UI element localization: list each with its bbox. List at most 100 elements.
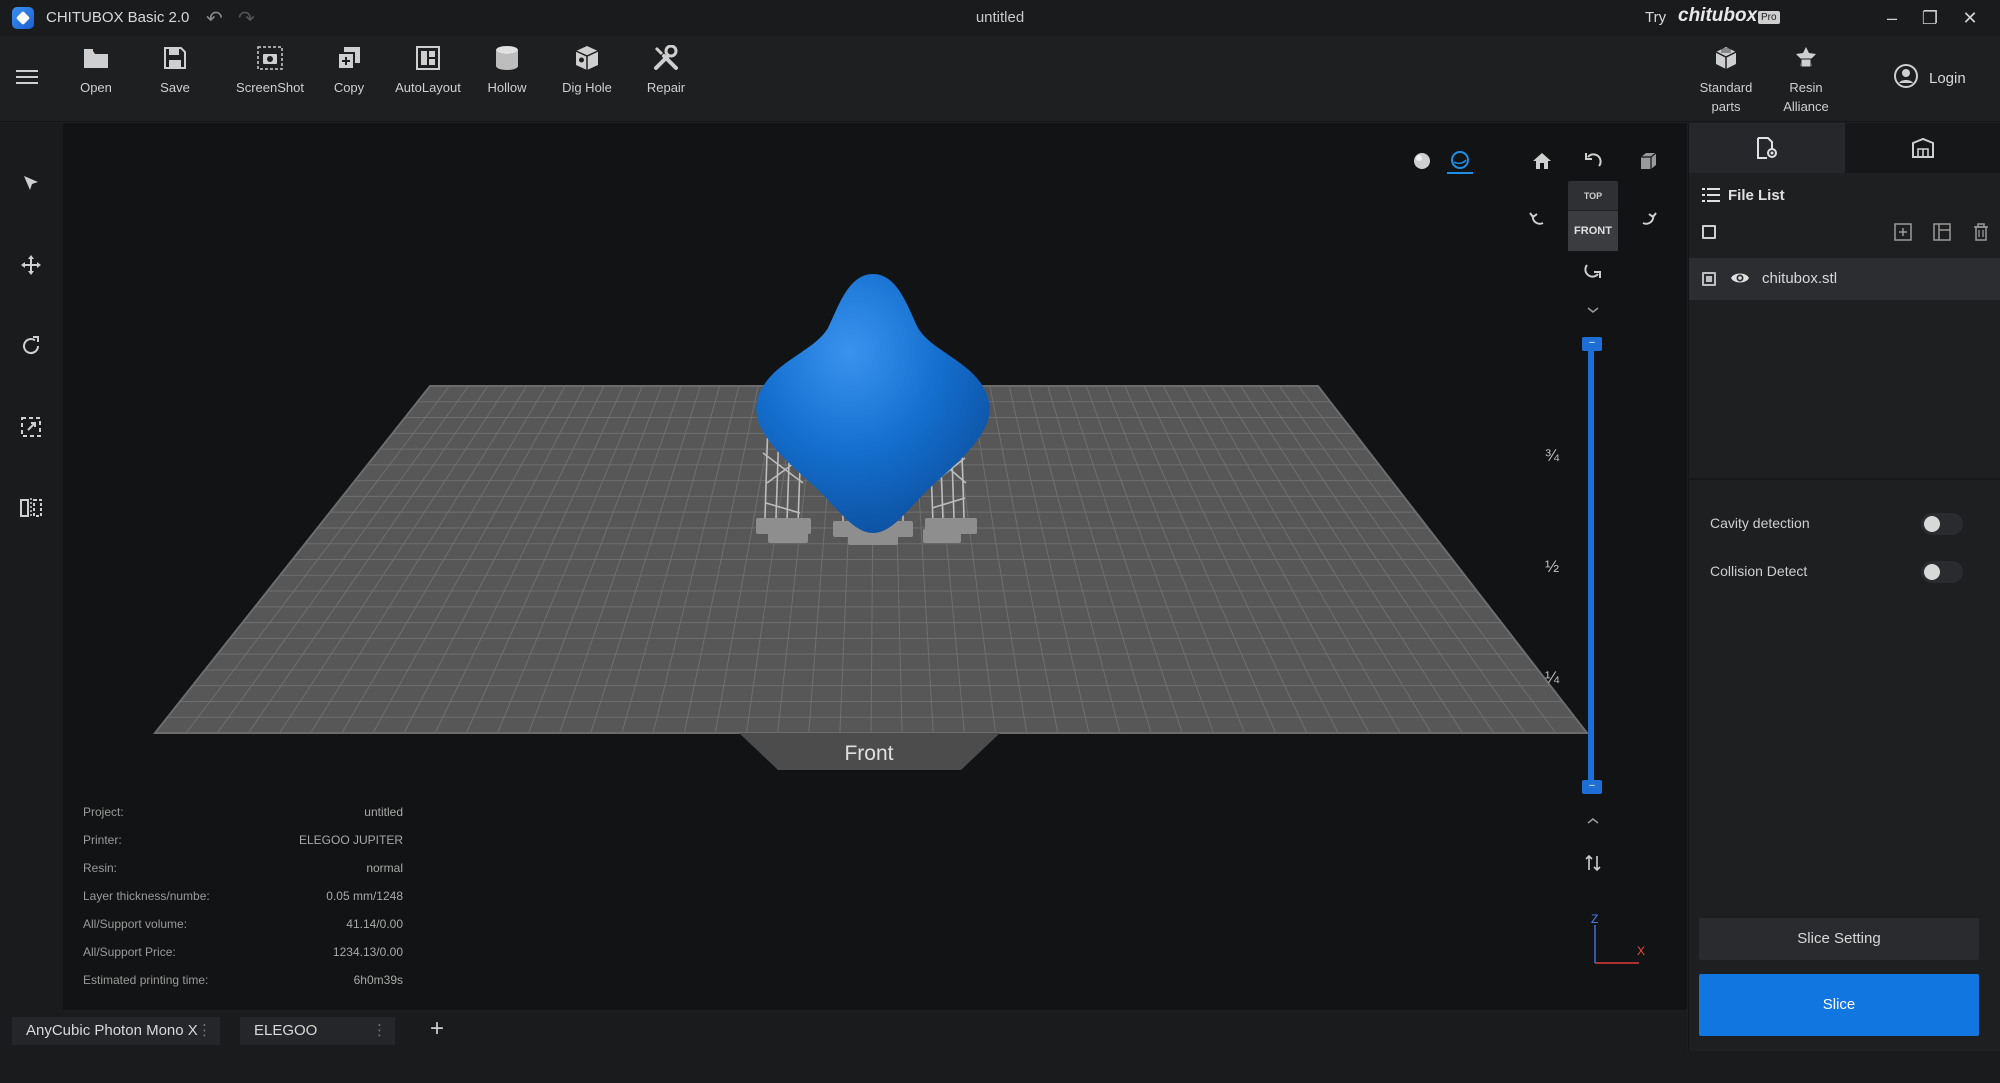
view-cube-top-face[interactable]: TOP — [1568, 181, 1618, 211]
copy-button[interactable]: Copy — [309, 44, 389, 97]
info-key: Layer thickness/numbe: — [83, 889, 210, 903]
file-list-item[interactable]: chitubox.stl — [1689, 258, 2000, 300]
cylinder-icon — [493, 44, 521, 72]
home-view-button[interactable] — [1529, 148, 1555, 174]
perspective-toggle-button[interactable] — [1635, 148, 1661, 174]
rotate-tool-button[interactable] — [16, 331, 46, 361]
scale-tool-button[interactable] — [16, 412, 46, 442]
left-tool-rail — [0, 123, 63, 1011]
chevron-up-icon — [1587, 818, 1599, 824]
hollow-button[interactable]: Hollow — [467, 44, 547, 97]
redo-icon[interactable]: ↷ — [238, 6, 255, 31]
repair-button[interactable]: Repair — [626, 44, 706, 97]
resin-alliance-button[interactable]: Resin Alliance — [1766, 44, 1846, 116]
layer-slider-top-handle[interactable]: – — [1582, 337, 1602, 351]
shading-xray-button[interactable] — [1447, 148, 1473, 174]
printer-tab-anycubic[interactable]: AnyCubic Photon Mono X ⋮ — [12, 1017, 220, 1045]
cube-hole-icon — [573, 44, 601, 72]
add-file-button[interactable] — [1892, 221, 1914, 243]
screenshot-button[interactable]: ScreenShot — [230, 44, 310, 97]
chevron-down-icon — [1587, 307, 1599, 313]
login-button[interactable]: Login — [1893, 63, 1966, 92]
view-cube-front-face[interactable]: FRONT — [1568, 211, 1618, 251]
standard-parts-line2: parts — [1711, 99, 1741, 114]
screenshot-label: ScreenShot — [236, 80, 304, 95]
dig-hole-label: Dig Hole — [562, 80, 612, 95]
cavity-detection-label: Cavity detection — [1710, 515, 1810, 531]
undo-icon[interactable]: ↶ — [206, 6, 223, 31]
view-cube[interactable]: TOP FRONT — [1568, 181, 1618, 251]
layer-slider-bottom-handle[interactable]: – — [1582, 780, 1602, 794]
slice-setting-button[interactable]: Slice Setting — [1699, 918, 1979, 960]
trash-icon — [1974, 223, 1988, 241]
select-all-checkbox[interactable] — [1702, 225, 1716, 239]
login-label: Login — [1929, 69, 1966, 87]
mirror-tool-button[interactable] — [16, 493, 46, 523]
collision-detect-label: Collision Detect — [1710, 563, 1808, 579]
info-key: All/Support volume: — [83, 917, 188, 931]
more-vertical-icon[interactable]: ⋮ — [372, 1017, 387, 1045]
printer-tab-elegoo[interactable]: ELEGOO JUPITER ⋮ — [240, 1017, 395, 1067]
promo-pro-badge: Pro — [1758, 11, 1780, 24]
info-value: ELEGOO JUPITER — [298, 833, 403, 847]
printer-tab-label: AnyCubic Photon Mono X — [26, 1022, 198, 1039]
rotate-view-down-button[interactable] — [1580, 257, 1606, 283]
cavity-detection-toggle[interactable] — [1921, 513, 1963, 535]
resin-icon — [1792, 44, 1820, 72]
visibility-toggle[interactable] — [1730, 270, 1750, 291]
hamburger-menu-button[interactable] — [16, 66, 42, 92]
front-label: Front — [844, 742, 893, 765]
standard-parts-button[interactable]: Standard parts — [1686, 44, 1766, 116]
copy-label: Copy — [333, 80, 365, 95]
add-printer-button[interactable]: + — [424, 1015, 450, 1043]
close-button[interactable]: ✕ — [1952, 4, 1988, 32]
project-info-panel: Project: untitled Printer: ELEGOO JUPITER … — [83, 799, 403, 995]
group-files-button[interactable] — [1931, 221, 1953, 243]
autolayout-button[interactable]: AutoLayout — [388, 44, 468, 97]
promo-try-label[interactable]: Try — [1645, 9, 1666, 26]
3d-viewport[interactable]: Front Project: untitled Printer: ELEGOO JU… — [63, 123, 1687, 1010]
select-tool-button[interactable] — [16, 168, 46, 198]
camera-icon — [256, 44, 284, 72]
group-icon — [1933, 223, 1951, 241]
slider-expand-chevron[interactable] — [1580, 808, 1606, 834]
dig-hole-button[interactable]: Dig Hole — [547, 44, 627, 97]
shading-solid-button[interactable] — [1409, 148, 1435, 174]
layer-slider-track[interactable] — [1588, 341, 1594, 791]
minimize-button[interactable]: – — [1874, 4, 1910, 32]
rotate-view-left-button[interactable] — [1525, 204, 1551, 230]
slice-button[interactable]: Slice — [1699, 974, 1979, 1036]
collision-detect-toggle[interactable] — [1921, 561, 1963, 583]
rotate-view-right-button[interactable] — [1635, 204, 1661, 230]
open-button[interactable]: Open — [56, 44, 136, 97]
rotate-view-up-button[interactable] — [1580, 148, 1606, 174]
autolayout-label: AutoLayout — [395, 80, 461, 95]
app-title: CHITUBOX Basic 2.0 — [46, 9, 190, 26]
xray-icon — [1451, 151, 1469, 169]
tab-file-list[interactable] — [1689, 123, 1845, 173]
home-icon — [1533, 153, 1551, 169]
info-key: Printer: — [83, 833, 122, 847]
slider-collapse-chevron[interactable] — [1580, 297, 1606, 323]
more-vertical-icon[interactable]: ⋮ — [197, 1017, 212, 1045]
file-checkbox[interactable] — [1702, 272, 1716, 286]
panel-divider — [1689, 478, 2000, 480]
info-project: Project: untitled — [83, 799, 403, 827]
eye-icon — [1731, 273, 1749, 283]
axis-x-label: X — [1637, 944, 1646, 958]
move-tool-button[interactable] — [16, 250, 46, 280]
info-key: Estimated printing time: — [83, 973, 209, 987]
layout-icon — [414, 44, 442, 72]
info-value: 1234.13/0.00 — [332, 945, 403, 959]
slider-fraction-half: ½ — [1545, 557, 1560, 576]
info-value: untitled — [364, 805, 403, 819]
axis-z-label: Z — [1591, 912, 1599, 926]
standard-parts-line1: Standard — [1699, 80, 1753, 95]
restore-button[interactable]: ❐ — [1912, 4, 1948, 32]
delete-file-button[interactable] — [1970, 221, 1992, 243]
status-bar — [0, 1051, 2000, 1083]
promo-brand-logo[interactable]: chitubox — [1678, 5, 1757, 27]
layer-range-button[interactable] — [1580, 850, 1606, 876]
save-button[interactable]: Save — [135, 44, 215, 97]
tab-supports[interactable] — [1845, 123, 2000, 173]
